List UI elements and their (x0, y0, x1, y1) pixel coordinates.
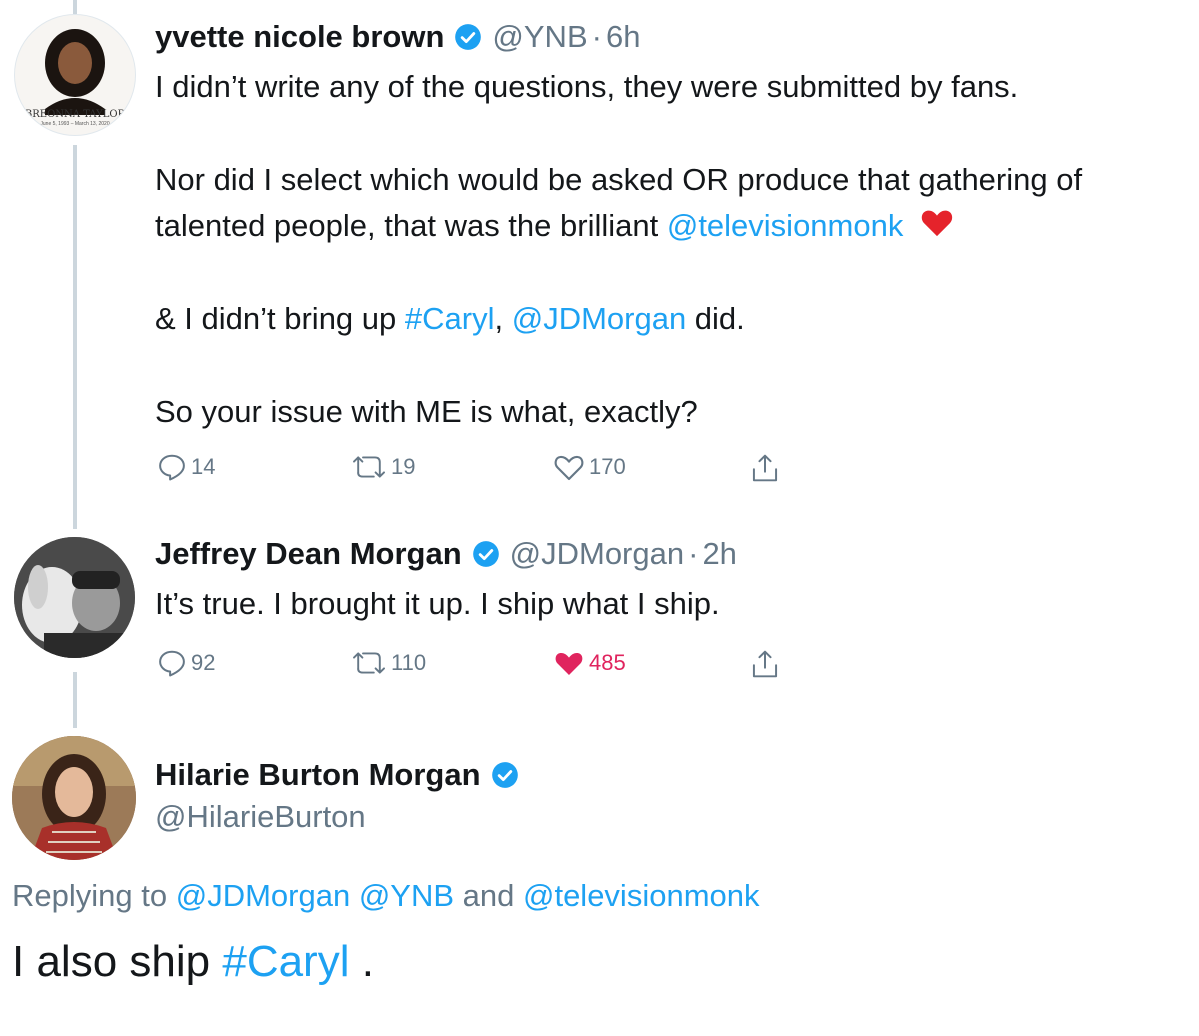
tweet-header: yvette nicole brown @YNB · 6h (155, 19, 640, 55)
timestamp[interactable]: 2h (702, 536, 736, 572)
replying-to-line: Replying to @JDMorgan @YNB and @televisi… (12, 878, 760, 914)
jdmorgan-photo (14, 537, 135, 658)
mention-link[interactable]: @JDMorgan (512, 301, 686, 336)
reply-icon (159, 454, 185, 481)
retweet-icon (353, 456, 385, 478)
text-segment: . (349, 937, 374, 986)
timestamp[interactable]: 6h (606, 19, 640, 55)
retweet-count: 19 (391, 454, 416, 479)
reply-button[interactable]: 92 (157, 648, 215, 678)
retweet-button[interactable]: 19 (351, 452, 415, 482)
retweet-button[interactable]: 110 (351, 648, 426, 678)
mention-link[interactable]: @televisionmonk (523, 878, 760, 913)
avatar-yvette[interactable]: BREONNA TAYLOR June 5, 1993 – March 13, … (14, 14, 136, 136)
replying-and: and (454, 878, 523, 913)
text-segment: did. (686, 301, 745, 336)
tweet-header: Jeffrey Dean Morgan @JDMorgan · 2h (155, 536, 737, 572)
tweet-text-line: Nor did I select which would be asked OR… (155, 162, 1083, 197)
hashtag-link[interactable]: #Caryl (222, 937, 349, 986)
replying-to-label: Replying to (12, 878, 176, 913)
heart-icon (554, 455, 584, 481)
red-heart-emoji-icon (920, 205, 954, 251)
thread-connector-top (73, 0, 77, 14)
verified-badge-icon (454, 23, 482, 51)
tweet-actions: 92 110 485 (155, 648, 795, 680)
thread-connector-2 (73, 672, 77, 728)
mention-link[interactable]: @YNB (359, 878, 454, 913)
separator: · (688, 536, 699, 571)
display-name[interactable]: Hilarie Burton Morgan (155, 757, 481, 793)
reply-icon (159, 650, 185, 677)
avatar-subcaption: June 5, 1993 – March 13, 2020 (40, 121, 110, 127)
user-handle[interactable]: @YNB (492, 19, 587, 55)
like-button[interactable]: 485 (553, 648, 626, 678)
display-name[interactable]: yvette nicole brown (155, 19, 444, 55)
share-icon (752, 650, 778, 678)
user-handle[interactable]: @HilarieBurton (155, 799, 366, 835)
tweet-text: It’s true. I brought it up. I ship what … (155, 586, 720, 621)
tweet-text-line: & I didn’t bring up #Caryl, @JDMorgan di… (155, 296, 745, 342)
like-count: 485 (589, 650, 626, 675)
tweet-text-line: So your issue with ME is what, exactly? (155, 394, 698, 429)
avatar-hilarie[interactable] (12, 736, 136, 860)
mention-link[interactable]: @televisionmonk (667, 208, 904, 243)
tweet-text-line: I didn’t write any of the questions, the… (155, 69, 1019, 104)
tweet-text: I also ship #Caryl . (12, 937, 374, 987)
avatar-caption: BREONNA TAYLOR (24, 109, 126, 120)
text-segment: I also ship (12, 937, 223, 986)
hashtag-link[interactable]: #Caryl (405, 301, 495, 336)
text-segment: , (494, 301, 512, 336)
heart-filled-icon (555, 652, 583, 675)
like-count: 170 (589, 454, 626, 479)
share-button[interactable] (750, 452, 780, 484)
verified-badge-icon (491, 761, 519, 789)
retweet-count: 110 (391, 650, 427, 675)
user-handle[interactable]: @JDMorgan (510, 536, 684, 572)
hilarie-photo (12, 736, 136, 860)
display-name[interactable]: Jeffrey Dean Morgan (155, 536, 462, 572)
reply-count: 14 (191, 454, 216, 479)
text-segment: & I didn’t bring up (155, 301, 405, 336)
retweet-icon (353, 652, 385, 674)
tweet-header: Hilarie Burton Morgan (155, 757, 519, 793)
thread-connector-1 (73, 145, 77, 529)
tweet-text-line: talented people, that was the brilliant … (155, 203, 954, 251)
tweet-actions: 14 19 170 (155, 452, 795, 484)
verified-badge-icon (472, 540, 500, 568)
share-icon (752, 454, 778, 482)
like-button[interactable]: 170 (553, 452, 626, 482)
avatar-jdmorgan[interactable] (14, 537, 135, 658)
reply-button[interactable]: 14 (157, 452, 215, 482)
mention-link[interactable]: @JDMorgan (176, 878, 350, 913)
separator: · (591, 19, 602, 54)
text-segment: talented people, that was the brilliant (155, 208, 667, 243)
share-button[interactable] (750, 648, 780, 680)
reply-count: 92 (191, 650, 216, 675)
